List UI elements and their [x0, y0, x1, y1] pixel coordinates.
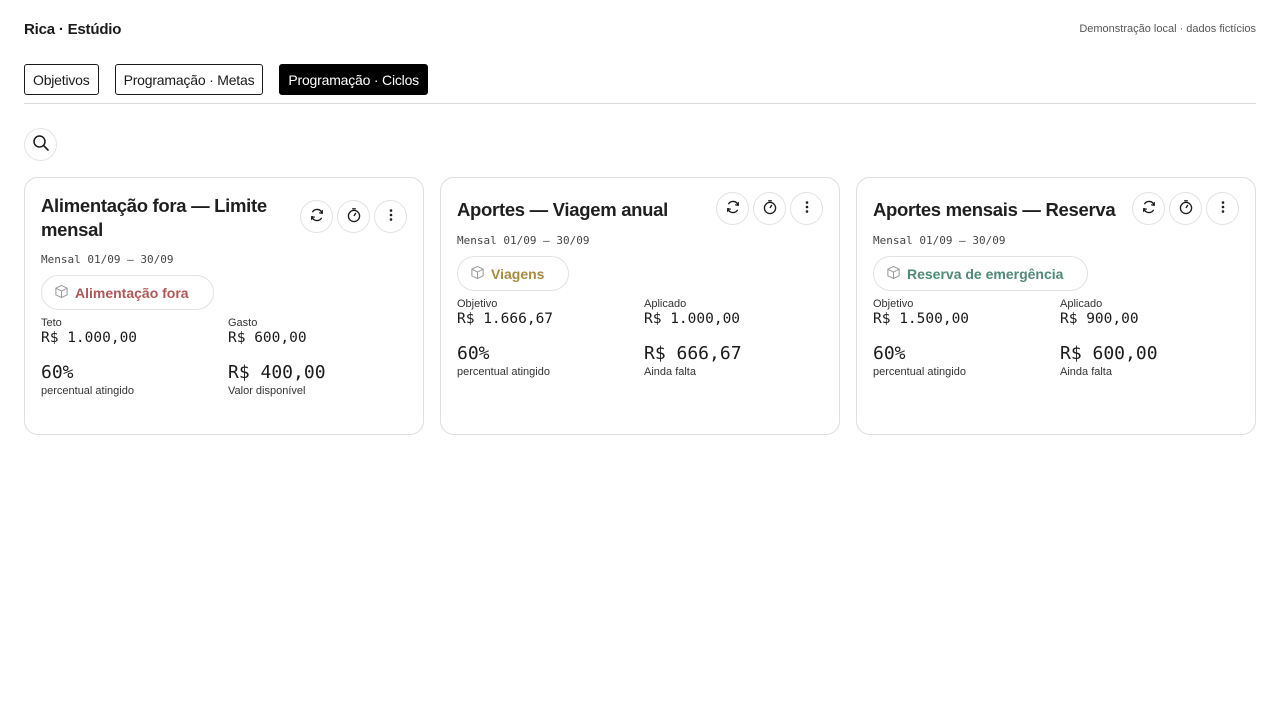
demo-note: Demonstração local · dados fictícios	[1079, 23, 1256, 35]
more-options-button[interactable]	[1206, 192, 1239, 225]
box-icon	[54, 284, 69, 302]
box-icon	[886, 265, 901, 283]
stat-label-teto: Teto	[41, 317, 62, 329]
more-options-button[interactable]	[790, 192, 823, 225]
more-options-button[interactable]	[374, 200, 407, 233]
card-title: Alimentação fora — Limite mensal	[41, 195, 267, 240]
category-tag-label: Reserva de emergência	[907, 265, 1064, 282]
more-vertical-icon	[383, 207, 399, 226]
category-tag-label: Viagens	[491, 265, 545, 282]
timer-button[interactable]	[753, 192, 786, 225]
stat-label-aplicado: Aplicado	[1060, 298, 1103, 310]
percent-value: 60%	[873, 343, 906, 364]
category-tag[interactable]: Reserva de emergência	[873, 256, 1089, 291]
refresh-button[interactable]	[300, 200, 333, 233]
refresh-icon	[309, 207, 325, 226]
remaining-value: R$ 400,00	[228, 362, 326, 383]
category-tag[interactable]: Alimentação fora	[41, 275, 214, 310]
stat-value-teto: R$ 1.000,00	[41, 330, 138, 346]
remaining-label: Valor disponível	[228, 385, 306, 397]
percent-value: 60%	[457, 343, 490, 364]
cycle-card: Aportes mensais — Reserva Mensal 01/09 –…	[856, 177, 1256, 435]
brand-title: Rica · Estúdio	[24, 20, 122, 38]
search-button[interactable]	[24, 128, 57, 161]
card-title: Aportes mensais — Reserva	[873, 199, 1116, 220]
timer-icon	[762, 199, 778, 218]
timer-button[interactable]	[337, 200, 370, 233]
cycle-card: Aportes — Viagem anual Mensal 01/09 – 30…	[440, 177, 840, 435]
cycle-period: Mensal 01/09 – 30/09	[41, 253, 174, 266]
box-icon	[470, 265, 485, 283]
refresh-icon	[1141, 199, 1157, 218]
stat-value-aplicado: R$ 900,00	[1060, 311, 1139, 327]
percent-value: 60%	[41, 362, 74, 383]
stat-value-objetivo: R$ 1.666,67	[457, 311, 554, 327]
tab-programacao-metas[interactable]: Programação · Metas	[114, 64, 264, 95]
refresh-icon	[725, 199, 741, 218]
percent-label: percentual atingido	[41, 385, 134, 397]
refresh-button[interactable]	[1132, 192, 1165, 225]
remaining-label: Ainda falta	[644, 366, 696, 378]
stat-label-gasto: Gasto	[228, 317, 258, 329]
stat-value-objetivo: R$ 1.500,00	[873, 311, 970, 327]
stat-label-objetivo: Objetivo	[873, 298, 914, 310]
remaining-value: R$ 600,00	[1060, 343, 1158, 364]
more-vertical-icon	[1215, 199, 1231, 218]
more-vertical-icon	[799, 199, 815, 218]
timer-button[interactable]	[1169, 192, 1202, 225]
refresh-button[interactable]	[716, 192, 749, 225]
tab-objetivos[interactable]: Objetivos	[24, 64, 99, 95]
category-tag-label: Alimentação fora	[75, 284, 189, 301]
card-title: Aportes — Viagem anual	[457, 199, 669, 220]
stat-label-aplicado: Aplicado	[644, 298, 687, 310]
cycle-card: Alimentação fora — Limite mensal Mensal …	[24, 177, 424, 435]
stat-value-aplicado: R$ 1.000,00	[644, 311, 741, 327]
app-header: Rica · Estúdio Demonstração local · dado…	[24, 18, 1256, 40]
stat-label-objetivo: Objetivo	[457, 298, 498, 310]
cycle-period: Mensal 01/09 – 30/09	[457, 234, 590, 247]
tab-bar: Objetivos Programação · Metas Programaçã…	[24, 64, 428, 95]
search-icon	[32, 134, 50, 155]
percent-label: percentual atingido	[873, 366, 966, 378]
tab-divider	[24, 103, 1256, 104]
percent-label: percentual atingido	[457, 366, 550, 378]
tab-programacao-ciclos[interactable]: Programação · Ciclos	[279, 64, 428, 95]
category-tag[interactable]: Viagens	[457, 256, 570, 291]
remaining-label: Ainda falta	[1060, 366, 1112, 378]
stat-value-gasto: R$ 600,00	[228, 330, 307, 346]
timer-icon	[1178, 199, 1194, 218]
remaining-value: R$ 666,67	[644, 343, 742, 364]
cycle-cards: Alimentação fora — Limite mensal Mensal …	[24, 177, 1256, 435]
cycle-period: Mensal 01/09 – 30/09	[873, 234, 1006, 247]
timer-icon	[346, 207, 362, 226]
